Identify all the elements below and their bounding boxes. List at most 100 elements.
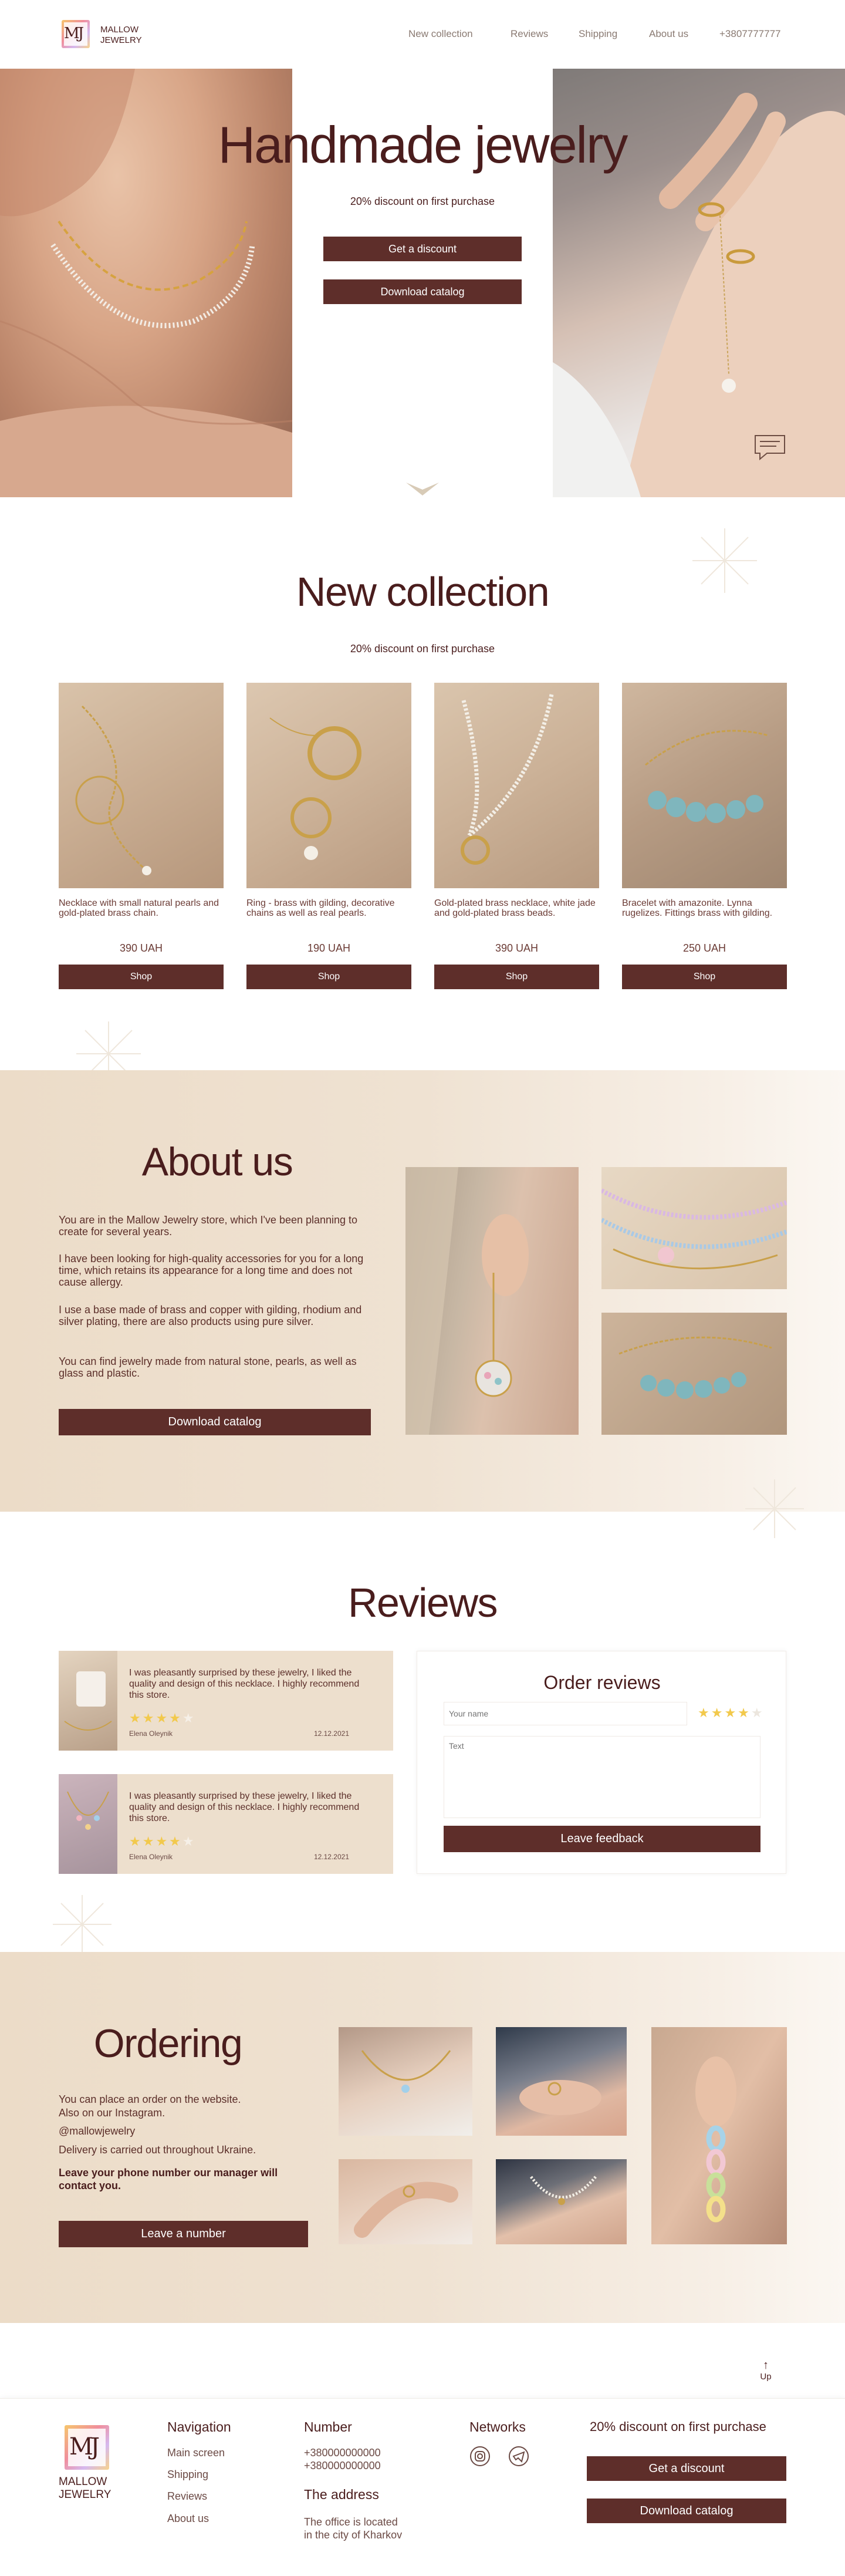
review-author: Elena Oleynik [129, 1853, 173, 1861]
review-form-title: Order reviews [543, 1672, 661, 1693]
arrow-up-icon: ↑ [763, 2359, 769, 2372]
product-card[interactable]: Gold-plated brass necklace, white jade a… [434, 683, 599, 994]
review-author: Elena Oleynik [129, 1729, 173, 1738]
footer-address-line1: The office is located [304, 2516, 398, 2528]
footer-promo: 20% discount on first purchase [590, 2419, 766, 2434]
nav-shipping[interactable]: Shipping [579, 28, 617, 40]
footer-phone-1[interactable]: +380000000000 [304, 2447, 381, 2459]
collection-subtitle: 20% discount on first purchase [350, 643, 495, 655]
review-photo [59, 1774, 117, 1874]
chevron-down-icon[interactable] [405, 480, 440, 498]
review-card: I was pleasantly surprised by these jewe… [59, 1774, 393, 1874]
product-card[interactable]: Ring - brass with gilding, decorative ch… [246, 683, 411, 994]
header-phone[interactable]: +3807777777 [719, 28, 780, 40]
logo-mark: MJ [62, 20, 90, 48]
instagram-icon[interactable] [469, 2446, 491, 2467]
ordering-photo-necklace [339, 2027, 472, 2136]
footer-logo-line2: JEWELRY [59, 2489, 111, 2501]
footer-nav-main-screen[interactable]: Main screen [167, 2447, 225, 2459]
logo-monogram: MJ [64, 25, 84, 42]
hero-title: Handmade jewelry [218, 116, 628, 174]
product-price: 250 UAH [682, 942, 726, 954]
footer-phone-2[interactable]: +380000000000 [304, 2460, 381, 2472]
ordering-photo-neck [496, 2159, 627, 2244]
about-photo-necklaces [601, 1167, 787, 1289]
nav-new-collection[interactable]: New collection [408, 28, 473, 40]
sparkle-icon [745, 1479, 804, 1538]
shop-button[interactable]: Shop [246, 965, 411, 989]
review-card: I was pleasantly surprised by these jewe… [59, 1651, 393, 1751]
product-price: 390 UAH [119, 942, 163, 954]
product-image[interactable] [246, 683, 411, 888]
shop-button[interactable]: Shop [434, 965, 599, 989]
review-photo [59, 1651, 117, 1751]
review-date: 12.12.2021 [313, 1729, 349, 1738]
about-photo-earring [405, 1167, 579, 1435]
about-paragraph-3: I use a base made of brass and copper wi… [59, 1304, 362, 1327]
footer-logo-mark: MJ [65, 2425, 109, 2470]
logo[interactable]: MJ MALLOW JEWELRY [62, 20, 150, 49]
about-paragraph-1: You are in the Mallow Jewelry store, whi… [59, 1214, 358, 1238]
leave-number-button[interactable]: Leave a number [59, 2221, 308, 2247]
ordering-call-text: Leave your phone number our manager will… [59, 2167, 278, 2191]
ordering-line-2: Also on our Instagram. [59, 2107, 165, 2119]
leave-feedback-button[interactable]: Leave feedback [444, 1826, 760, 1852]
hero-discount-button[interactable]: Get a discount [323, 237, 522, 261]
footer-address-line2: in the city of Kharkov [304, 2529, 403, 2541]
chat-icon[interactable] [753, 433, 787, 461]
product-card[interactable]: Bracelet with amazonite. Lynna rugelizes… [622, 683, 787, 994]
sparkle-icon [692, 528, 757, 593]
footer-nav-reviews[interactable]: Reviews [167, 2490, 207, 2503]
footer-logo-monogram: MJ [69, 2433, 100, 2460]
review-name-input[interactable] [444, 1702, 687, 1725]
footer-nav-title: Navigation [167, 2419, 231, 2435]
sparkle-icon [53, 1895, 111, 1954]
site-header: MJ MALLOW JEWELRY New collection Reviews… [0, 0, 845, 69]
hero-subtitle: 20% discount on first purchase [350, 195, 495, 207]
about-photo-bracelet [601, 1313, 787, 1435]
shop-button[interactable]: Shop [59, 965, 224, 989]
product-image[interactable] [622, 683, 787, 888]
footer-logo-line1: MALLOW [59, 2476, 107, 2488]
nav-reviews[interactable]: Reviews [511, 28, 548, 40]
hero-catalog-button[interactable]: Download catalog [323, 279, 522, 304]
product-price: 190 UAH [307, 942, 351, 954]
product-card[interactable]: Necklace with small natural pearls and g… [59, 683, 224, 994]
product-price: 390 UAH [495, 942, 539, 954]
product-description: Gold-plated brass necklace, white jade a… [434, 898, 596, 918]
footer-nav-about-us[interactable]: About us [167, 2513, 209, 2525]
footer-catalog-button[interactable]: Download catalog [587, 2499, 786, 2523]
nav-about-us[interactable]: About us [649, 28, 688, 40]
footer-nav-shipping[interactable]: Shipping [167, 2469, 208, 2481]
review-text: I was pleasantly surprised by these jewe… [129, 1668, 360, 1700]
review-rating: ★★★★★ [129, 1711, 196, 1725]
back-to-top-label: Up [760, 2372, 772, 2382]
reviews-title: Reviews [347, 1580, 498, 1626]
logo-name-line1: MALLOW [100, 25, 139, 35]
product-image[interactable] [59, 683, 224, 888]
ordering-line-1: You can place an order on the website. [59, 2093, 241, 2105]
footer-discount-button[interactable]: Get a discount [587, 2456, 786, 2481]
logo-name-line2: JEWELRY [100, 35, 142, 45]
shop-button[interactable]: Shop [622, 965, 787, 989]
collection-title: New collection [296, 569, 550, 615]
review-text-input[interactable] [444, 1736, 760, 1818]
product-description: Necklace with small natural pearls and g… [59, 898, 219, 918]
back-to-top[interactable]: ↑ Up [754, 2359, 778, 2388]
about-title: About us [141, 1139, 293, 1184]
ordering-title: Ordering [93, 2021, 243, 2066]
footer-logo[interactable]: MJ MALLOW JEWELRY [59, 2425, 123, 2507]
telegram-icon[interactable] [508, 2446, 529, 2467]
review-rating: ★★★★★ [129, 1834, 196, 1849]
ordering-photo-earring [651, 2027, 787, 2244]
ordering-photo-rings [339, 2159, 472, 2244]
instagram-link[interactable]: @mallowjewelry [59, 2125, 135, 2137]
review-form: Order reviews ★★★★★ Leave feedback [417, 1651, 786, 1874]
footer: MJ MALLOW JEWELRY Navigation Main screen… [0, 2398, 845, 2576]
footer-number-title: Number [304, 2419, 352, 2435]
about-paragraph-2: I have been looking for high-quality acc… [59, 1253, 364, 1288]
review-date: 12.12.2021 [313, 1853, 349, 1861]
review-form-rating[interactable]: ★★★★★ [698, 1705, 765, 1721]
product-image[interactable] [434, 683, 599, 888]
about-catalog-button[interactable]: Download catalog [59, 1409, 371, 1435]
